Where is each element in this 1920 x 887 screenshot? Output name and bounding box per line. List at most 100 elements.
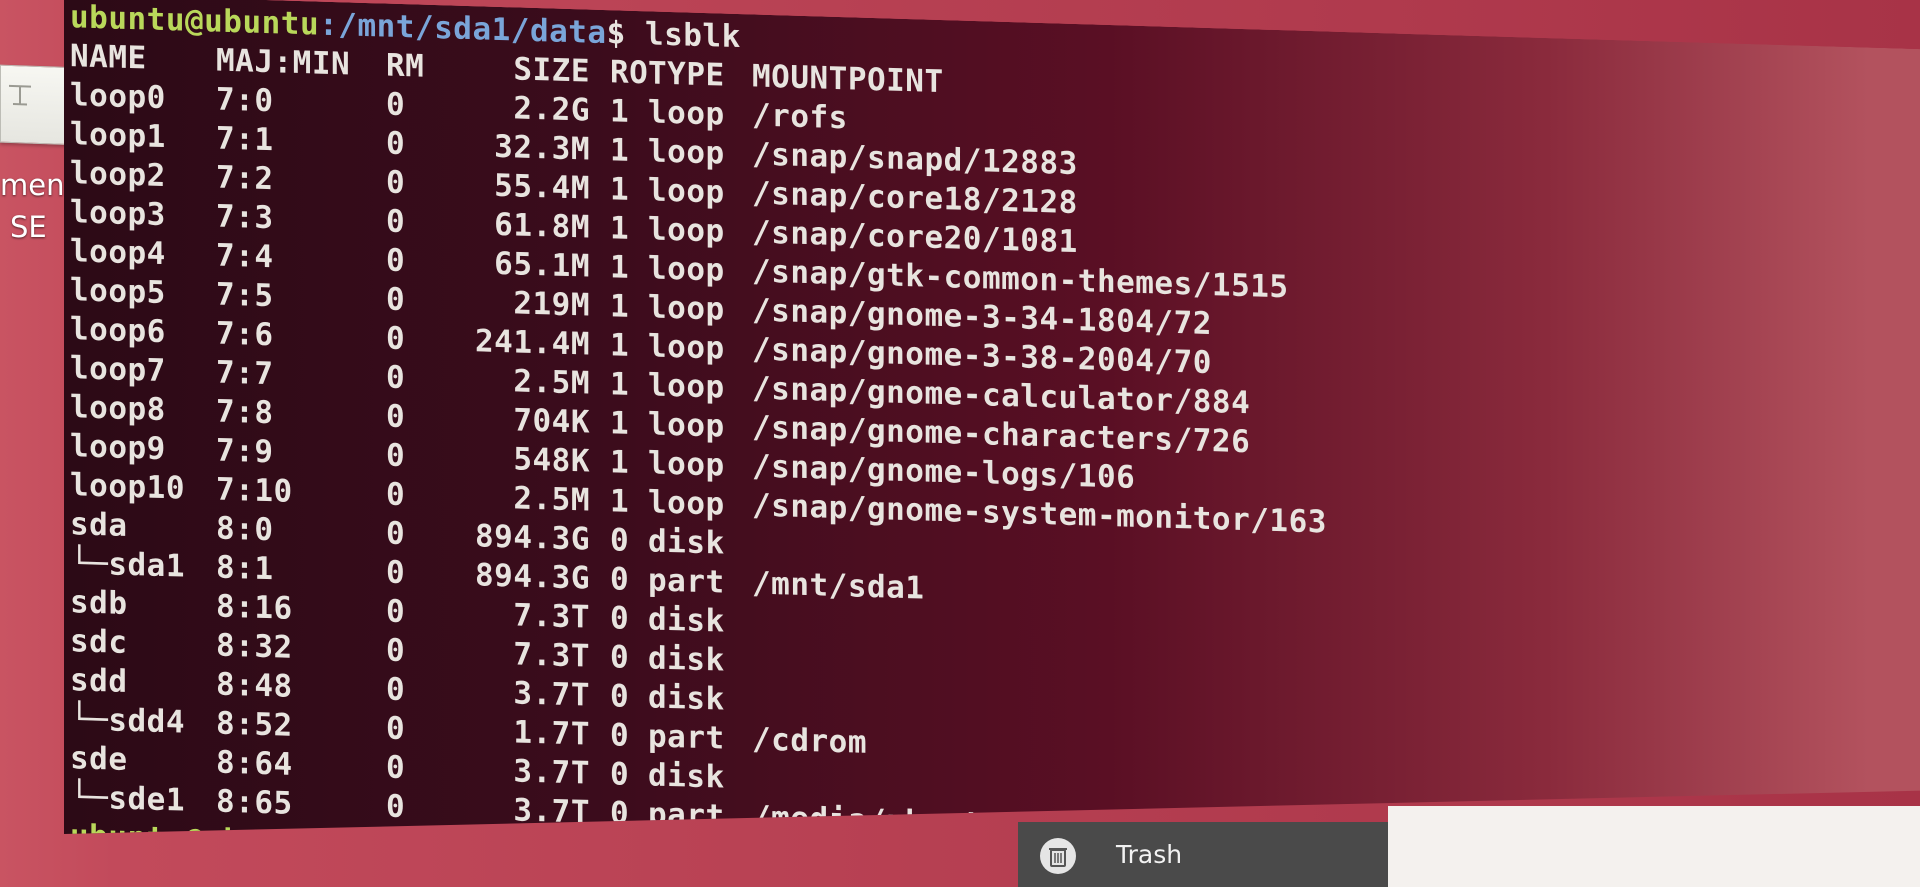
- row-size: 7.3T: [513, 597, 590, 636]
- row-type: disk: [648, 523, 725, 562]
- row-ro: 1: [610, 366, 630, 403]
- row-type: loop: [648, 94, 725, 133]
- row-ro: 1: [610, 444, 630, 481]
- row-name: sdd: [70, 662, 128, 700]
- row-rm: 0: [386, 554, 406, 592]
- row-name: └─sdd4: [70, 701, 185, 741]
- row-ro: 0: [610, 717, 630, 754]
- header-rm: RM: [386, 47, 425, 85]
- row-rm: 0: [386, 164, 406, 202]
- row-size: 7.3T: [513, 636, 590, 675]
- row-type: part: [648, 718, 725, 757]
- row-type: part: [648, 562, 725, 601]
- row-ro: 1: [610, 288, 630, 325]
- row-name: loop0: [70, 77, 166, 117]
- row-name: └─sde1: [70, 779, 185, 819]
- row-name: └─sda1: [70, 545, 185, 585]
- prompt-path: :/mnt/sda1/data: [319, 6, 607, 52]
- row-rm: 0: [386, 203, 406, 241]
- row-size: 1.7T: [513, 714, 590, 753]
- row-size: 704K: [513, 402, 590, 441]
- row-name: loop2: [70, 155, 166, 195]
- row-size: 3.7T: [513, 675, 590, 714]
- row-name: loop8: [70, 389, 166, 429]
- row-majmin: 7:7: [216, 354, 274, 393]
- row-ro: 0: [610, 522, 630, 559]
- row-ro: 1: [610, 93, 630, 130]
- row-ro: 1: [610, 210, 630, 247]
- header-mountpoint: MOUNTPOINT: [752, 58, 944, 101]
- row-name: loop3: [70, 194, 166, 234]
- row-name: loop6: [70, 311, 166, 351]
- row-name: loop10: [70, 467, 185, 507]
- row-name: sdb: [70, 584, 128, 622]
- row-rm: 0: [386, 398, 406, 436]
- row-type: disk: [648, 679, 725, 718]
- row-size: 219M: [513, 285, 590, 324]
- row-type: loop: [648, 211, 725, 250]
- row-ro: 1: [610, 132, 630, 169]
- row-size: 3.7T: [513, 753, 590, 792]
- row-name: loop4: [70, 233, 166, 273]
- row-name: sde: [70, 740, 128, 778]
- row-size: 61.8M: [494, 206, 590, 246]
- row-type: loop: [648, 445, 725, 484]
- row-rm: 0: [386, 125, 406, 163]
- row-majmin: 7:1: [216, 120, 274, 159]
- row-majmin: 7:4: [216, 237, 274, 276]
- trash-icon[interactable]: [1040, 838, 1076, 874]
- row-name: loop7: [70, 350, 166, 390]
- trash-item[interactable]: Trash: [1018, 822, 1388, 887]
- row-size: 55.4M: [494, 167, 590, 207]
- row-rm: 0: [386, 242, 406, 280]
- row-ro: 1: [610, 483, 630, 520]
- row-mountpoint: /cdrom: [752, 721, 867, 761]
- row-type: disk: [648, 640, 725, 679]
- row-majmin: 8:16: [216, 588, 293, 627]
- row-ro: 0: [610, 600, 630, 637]
- row-size: 241.4M: [475, 323, 590, 363]
- row-type: loop: [648, 250, 725, 289]
- row-rm: 0: [386, 476, 406, 514]
- row-majmin: 7:0: [216, 81, 274, 120]
- row-majmin: 7:6: [216, 315, 274, 354]
- row-ro: 0: [610, 561, 630, 598]
- row-majmin: 7:3: [216, 198, 274, 237]
- row-ro: 0: [610, 756, 630, 793]
- row-name: sdc: [70, 623, 128, 661]
- row-type: loop: [648, 172, 725, 211]
- row-size: 894.3G: [475, 518, 590, 558]
- row-name: sda: [70, 506, 128, 544]
- row-size: 548K: [513, 441, 590, 480]
- row-rm: 0: [386, 632, 406, 670]
- terminal-window[interactable]: ubuntu@ubuntu:/mnt/sda1/data$ lsblk NAME…: [64, 0, 1920, 887]
- row-rm: 0: [386, 86, 406, 124]
- trash-label[interactable]: Trash: [1116, 840, 1182, 869]
- row-majmin: 8:32: [216, 627, 293, 666]
- row-rm: 0: [386, 437, 406, 475]
- row-name: loop5: [70, 272, 166, 312]
- row-type: loop: [648, 484, 725, 523]
- row-rm: 0: [386, 281, 406, 319]
- header-majmin: MAJ:MIN: [216, 42, 351, 83]
- row-rm: 0: [386, 788, 406, 826]
- header-type: TYPE: [648, 55, 725, 94]
- row-size: 32.3M: [494, 128, 590, 168]
- row-majmin: 8:65: [216, 783, 293, 822]
- row-name: loop1: [70, 116, 166, 156]
- row-majmin: 7:2: [216, 159, 274, 198]
- row-size: 894.3G: [475, 557, 590, 597]
- row-type: loop: [648, 289, 725, 328]
- row-majmin: 7:5: [216, 276, 274, 315]
- row-ro: 0: [610, 678, 630, 715]
- header-ro: RO: [610, 54, 649, 92]
- row-mountpoint: /mnt/sda1: [752, 565, 925, 607]
- row-type: loop: [648, 328, 725, 367]
- command-text: lsblk: [625, 15, 741, 56]
- row-ro: 0: [610, 639, 630, 676]
- row-name: loop9: [70, 428, 166, 468]
- row-type: disk: [648, 601, 725, 640]
- row-majmin: 7:10: [216, 471, 293, 510]
- row-rm: 0: [386, 515, 406, 553]
- row-majmin: 7:8: [216, 393, 274, 432]
